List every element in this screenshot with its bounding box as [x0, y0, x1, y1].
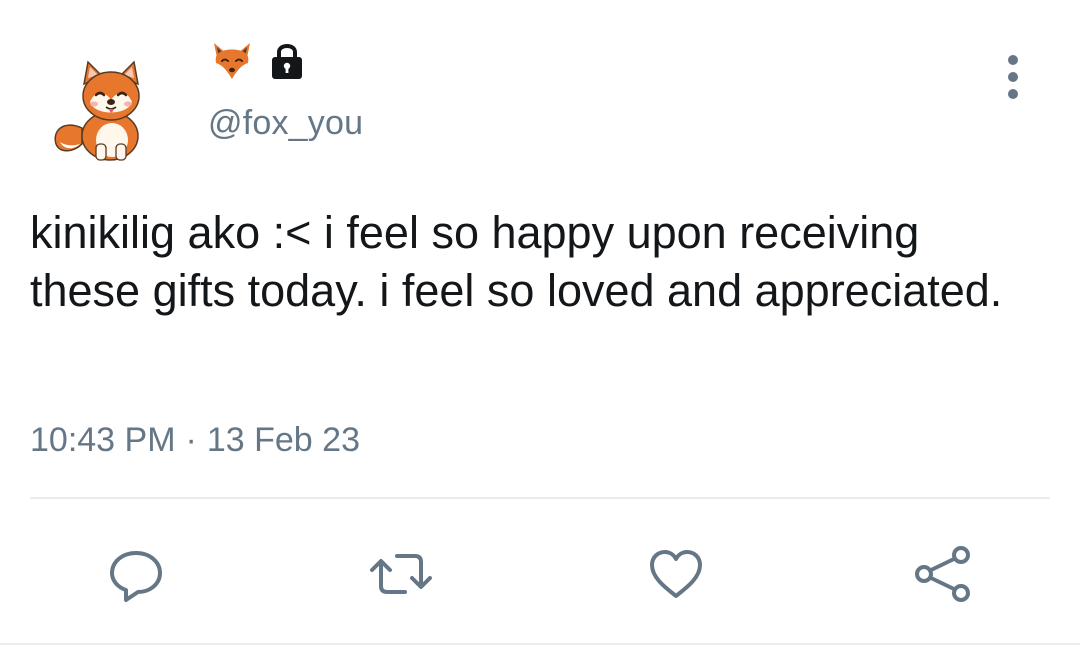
tweet-time: 10:43 PM	[30, 421, 176, 459]
retweet-button[interactable]	[366, 539, 436, 609]
like-button[interactable]	[641, 539, 711, 609]
tweet-text: kinikilig ako :< i feel so happy upon re…	[30, 207, 1003, 316]
reply-button[interactable]	[101, 539, 171, 609]
share-button[interactable]	[908, 539, 978, 609]
divider	[30, 497, 1050, 499]
fox-avatar-icon	[54, 60, 140, 161]
more-dot	[1008, 72, 1018, 82]
tweet-timestamp[interactable]: 10:43 PM · 13 Feb 23	[30, 421, 360, 460]
action-bar	[0, 535, 1080, 615]
lock-icon	[272, 44, 302, 79]
user-handle[interactable]: @fox_you	[208, 104, 363, 143]
tweet-date: 13 Feb 23	[206, 421, 360, 459]
avatar[interactable]	[30, 58, 180, 168]
tweet-card: @fox_you kinikilig ako :< i feel so happ…	[0, 0, 1080, 663]
meta-separator: ·	[185, 421, 197, 459]
retweet-icon	[370, 554, 432, 594]
fox-face-icon	[214, 43, 250, 81]
reply-icon	[110, 551, 162, 602]
share-icon	[915, 546, 970, 602]
display-name[interactable]	[208, 36, 308, 86]
heart-icon	[650, 550, 702, 598]
more-dot	[1008, 55, 1018, 65]
more-dot	[1008, 89, 1018, 99]
bottom-divider	[0, 643, 1080, 645]
more-options-button[interactable]	[996, 55, 1030, 99]
